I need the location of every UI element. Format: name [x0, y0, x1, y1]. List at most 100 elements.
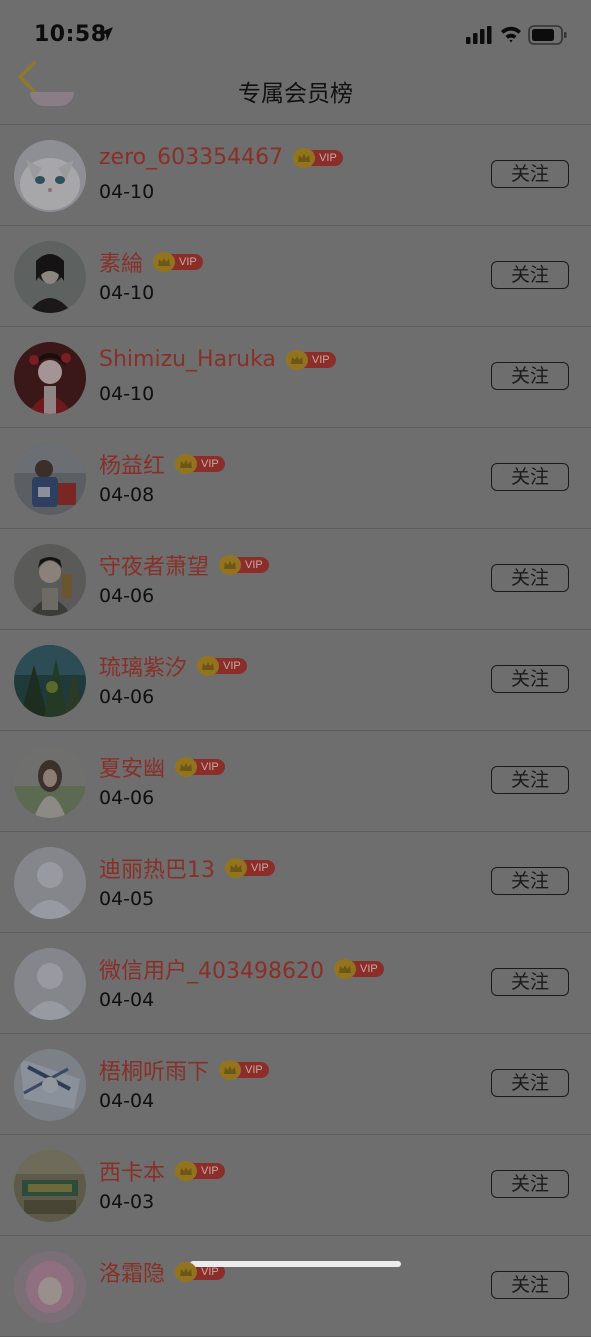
username[interactable]: 守夜者萧望	[99, 549, 209, 581]
follow-button[interactable]: 关注	[491, 1069, 569, 1097]
avatar[interactable]	[14, 1251, 86, 1323]
member-list: zero_603354467 VIP 04-10 关注 素綸 VIP 04-10 关注 Shim…	[0, 125, 591, 1337]
follow-button[interactable]: 关注	[491, 362, 569, 390]
crown-icon	[153, 252, 176, 272]
vip-badge: VIP	[219, 1060, 269, 1080]
username[interactable]: 琉璃紫汐	[99, 650, 187, 682]
join-date: 04-08	[99, 484, 155, 506]
follow-button[interactable]: 关注	[491, 665, 569, 693]
username-line: 守夜者萧望 VIP	[99, 549, 269, 581]
vip-badge: VIP	[197, 656, 247, 676]
crown-icon	[175, 454, 198, 474]
avatar[interactable]	[14, 1150, 86, 1222]
status-time: 10:58	[34, 22, 107, 47]
list-item[interactable]: 素綸 VIP 04-10 关注	[0, 226, 591, 327]
list-item[interactable]: 夏安幽 VIP 04-06 关注	[0, 731, 591, 832]
crown-icon	[293, 147, 316, 168]
crown-icon	[285, 349, 308, 370]
list-item[interactable]: 迪丽热巴13 VIP 04-05 关注	[0, 832, 591, 933]
list-item[interactable]: Shimizu_Haruka VIP 04-10 关注	[0, 327, 591, 428]
avatar[interactable]	[14, 1049, 86, 1121]
username-line: Shimizu_Haruka VIP	[99, 347, 336, 372]
signal-icon	[466, 26, 492, 44]
username[interactable]: 洛霜隐	[99, 1256, 165, 1288]
avatar[interactable]	[14, 544, 86, 616]
username-line: 微信用户_403498620 VIP	[99, 953, 384, 985]
username[interactable]: 夏安幽	[99, 751, 165, 783]
list-item[interactable]: 微信用户_403498620 VIP 04-04 关注	[0, 933, 591, 1034]
follow-button[interactable]: 关注	[491, 564, 569, 592]
crown-icon	[175, 1262, 198, 1282]
follow-button[interactable]: 关注	[491, 766, 569, 794]
vip-badge: VIP	[175, 454, 225, 474]
avatar[interactable]	[14, 847, 86, 919]
home-indicator[interactable]	[190, 1261, 401, 1267]
crown-icon	[225, 858, 247, 878]
crown-icon	[219, 555, 242, 575]
username[interactable]: 杨益红	[99, 448, 165, 480]
follow-button[interactable]: 关注	[491, 867, 569, 895]
join-date: 04-10	[99, 181, 155, 203]
vip-badge: VIP	[333, 959, 384, 979]
nav-bar: 专属会员榜	[0, 60, 591, 125]
username[interactable]: 梧桐听雨下	[99, 1054, 209, 1086]
battery-icon	[528, 25, 567, 45]
crown-icon	[175, 757, 198, 777]
wifi-icon	[501, 26, 521, 43]
avatar[interactable]	[14, 948, 86, 1020]
username[interactable]: zero_603354467	[99, 145, 283, 170]
username[interactable]: Shimizu_Haruka	[99, 347, 276, 372]
join-date: 04-06	[99, 585, 155, 607]
follow-button[interactable]: 关注	[491, 1271, 569, 1299]
list-item[interactable]: 守夜者萧望 VIP 04-06 关注	[0, 529, 591, 630]
list-item[interactable]: 杨益红 VIP 04-08 关注	[0, 428, 591, 529]
avatar[interactable]	[14, 746, 86, 818]
avatar[interactable]	[14, 241, 86, 313]
vip-badge: VIP	[219, 555, 269, 575]
username-line: 杨益红 VIP	[99, 448, 225, 480]
join-date: 04-03	[99, 1191, 155, 1213]
avatar[interactable]	[14, 443, 86, 515]
follow-button[interactable]: 关注	[491, 1170, 569, 1198]
follow-button[interactable]: 关注	[491, 968, 569, 996]
username-line: 素綸 VIP	[99, 246, 203, 278]
join-date: 04-06	[99, 787, 155, 809]
vip-badge: VIP	[225, 858, 275, 878]
avatar[interactable]	[14, 140, 86, 212]
vip-badge: VIP	[175, 757, 225, 777]
vip-badge: VIP	[175, 1161, 225, 1181]
username[interactable]: 微信用户_403498620	[99, 953, 324, 985]
list-item[interactable]: 西卡本 VIP 04-03 关注	[0, 1135, 591, 1236]
avatar[interactable]	[14, 342, 86, 414]
follow-button[interactable]: 关注	[491, 463, 569, 491]
avatar[interactable]	[14, 645, 86, 717]
crown-icon	[219, 1060, 242, 1080]
follow-button[interactable]: 关注	[491, 160, 569, 188]
username[interactable]: 素綸	[99, 246, 143, 278]
username-line: zero_603354467 VIP	[99, 145, 343, 170]
username[interactable]: 迪丽热巴13	[99, 852, 215, 884]
join-date: 04-10	[99, 282, 155, 304]
vip-badge: VIP	[285, 349, 336, 370]
join-date: 04-06	[99, 686, 155, 708]
username-line: 西卡本 VIP	[99, 1155, 225, 1187]
list-item[interactable]: 琉璃紫汐 VIP 04-06 关注	[0, 630, 591, 731]
list-item[interactable]: 洛霜隐 VIP 关注	[0, 1236, 591, 1337]
list-item[interactable]: 梧桐听雨下 VIP 04-04 关注	[0, 1034, 591, 1135]
status-bar: 10:58	[0, 0, 591, 60]
username[interactable]: 西卡本	[99, 1155, 165, 1187]
join-date: 04-04	[99, 1090, 155, 1112]
crown-icon	[175, 1161, 198, 1181]
location-arrow-icon	[99, 27, 113, 41]
username-line: 夏安幽 VIP	[99, 751, 225, 783]
join-date: 04-10	[99, 383, 155, 405]
crown-icon	[197, 656, 220, 676]
username-line: 迪丽热巴13 VIP	[99, 852, 275, 884]
username-line: 琉璃紫汐 VIP	[99, 650, 247, 682]
follow-button[interactable]: 关注	[491, 261, 569, 289]
crown-icon	[333, 959, 356, 979]
join-date: 04-04	[99, 989, 155, 1011]
page-title: 专属会员榜	[238, 81, 353, 107]
list-item[interactable]: zero_603354467 VIP 04-10 关注	[0, 125, 591, 226]
vip-badge: VIP	[293, 147, 343, 168]
